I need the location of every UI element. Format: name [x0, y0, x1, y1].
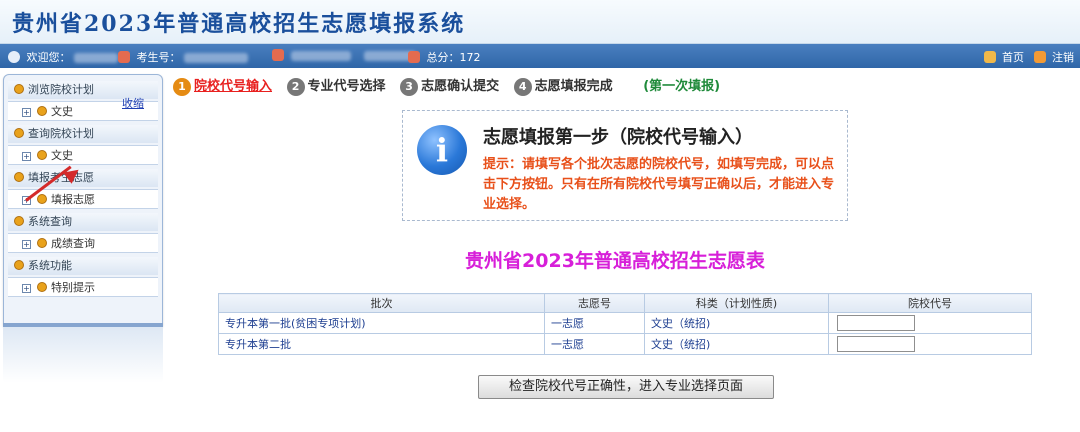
column-header: 批次: [218, 293, 545, 313]
status-links: 首页 注销: [983, 49, 1074, 65]
volunteer-cell: 一志愿: [544, 333, 645, 355]
sidebar-item-label: 特别提示: [51, 281, 95, 294]
step-label: 志愿确认提交: [421, 79, 500, 94]
college-code-input[interactable]: [837, 315, 915, 331]
document-icon: [272, 49, 284, 61]
column-header: 院校代号: [828, 293, 1032, 313]
batch-cell: 专升本第一批(贫困专项计划): [218, 312, 545, 334]
step-number: 4: [513, 78, 532, 96]
sidebar-section-query[interactable]: 查询院校计划: [8, 125, 158, 143]
sidebar-section-fill[interactable]: 填报考生志愿: [8, 169, 158, 187]
round-label: (第一次填报): [643, 79, 721, 94]
step-label: 专业代号选择: [307, 79, 386, 94]
sidebar-footer: [3, 323, 163, 383]
redacted-exam-number: [184, 53, 248, 63]
document-icon: [408, 51, 420, 63]
step-3: 3 志愿确认提交: [400, 75, 499, 96]
sidebar-section-label: 浏览院校计划: [28, 83, 94, 96]
sidebar-item-label: 文史: [51, 105, 73, 118]
info-icon: i: [417, 125, 467, 175]
sidebar-item-query-wenshi[interactable]: + 文史: [8, 145, 158, 165]
table-header-row: 批次 志愿号 科类（计划性质) 院校代号: [218, 293, 1032, 313]
batch-cell: 专升本第二批: [218, 333, 545, 355]
section-icon: [14, 172, 24, 182]
section-icon: [14, 216, 24, 226]
status-exam: 考生号：: [118, 49, 248, 65]
volunteer-table: 批次 志愿号 科类（计划性质) 院校代号 专升本第一批(贫困专项计划) 一志愿 …: [218, 293, 1032, 355]
column-header: 志愿号: [544, 293, 645, 313]
exam-label: 考生号：: [136, 51, 181, 64]
code-cell: [828, 333, 1032, 355]
status-welcome: 欢迎您：: [8, 49, 118, 65]
user-icon: [8, 51, 20, 63]
item-icon: [37, 106, 47, 116]
type-cell: 文史（统招): [644, 312, 829, 334]
sidebar-section-label: 查询院校计划: [28, 127, 94, 140]
sidebar-footer-bar: [3, 323, 163, 327]
step-indicator: 1 院校代号输入 2 专业代号选择 3 志愿确认提交 4 志愿填报完成 (第一次填报): [173, 75, 721, 96]
step-1: 1 院校代号输入: [173, 75, 272, 96]
step-4: 4 志愿填报完成: [513, 75, 613, 96]
sidebar-section-system-query[interactable]: 系统查询: [8, 213, 158, 231]
section-icon: [14, 128, 24, 138]
redacted-name: [74, 53, 118, 63]
step-number: 1: [173, 78, 191, 96]
redacted-info: [290, 51, 351, 61]
status-bar: 欢迎您： 考生号： 总分：172 首页 注销: [0, 44, 1080, 68]
header: 贵州省2023年普通高校招生志愿填报系统: [0, 0, 1080, 44]
step-label: 志愿填报完成: [534, 79, 613, 94]
sidebar-item-label: 填报志愿: [51, 193, 95, 206]
step-number: 3: [400, 78, 419, 96]
sidebar-section-label: 系统查询: [28, 215, 72, 228]
document-icon: [118, 51, 130, 63]
info-title: 志愿填报第一步（院校代号输入）: [483, 127, 753, 148]
item-icon: [37, 150, 47, 160]
sidebar-item-label: 文史: [51, 149, 73, 162]
info-box: i 志愿填报第一步（院校代号输入） 提示：请填写各个批次志愿的院校代号，如填写完…: [402, 110, 848, 221]
score-value: 172: [459, 51, 481, 64]
check-codes-button[interactable]: 检查院校代号正确性，进入专业选择页面: [478, 375, 774, 399]
status-info: [272, 49, 416, 62]
form-title: 贵州省2023年普通高校招生志愿表: [465, 250, 765, 272]
item-icon: [37, 194, 47, 204]
logout-link[interactable]: 注销: [1052, 51, 1074, 64]
step-number: 2: [286, 78, 305, 96]
step-label: 院校代号输入: [194, 79, 273, 94]
logout-icon: [1033, 51, 1046, 63]
status-score: 总分：172: [408, 49, 481, 65]
expand-icon[interactable]: +: [22, 152, 31, 161]
welcome-label: 欢迎您：: [26, 51, 71, 64]
sidebar-item-special-notice[interactable]: + 特别提示: [8, 277, 158, 297]
expand-icon[interactable]: +: [22, 284, 31, 293]
score-label: 总分：: [426, 51, 460, 64]
item-icon: [37, 282, 47, 292]
home-icon: [983, 51, 996, 63]
section-icon: [14, 84, 24, 94]
info-text: 提示：请填写各个批次志愿的院校代号，如填写完成，可以点击下方按钮。只有在所有院校…: [483, 157, 835, 212]
type-cell: 文史（统招): [644, 333, 829, 355]
code-cell: [828, 312, 1032, 334]
table-row: 专升本第一批(贫困专项计划) 一志愿 文史（统招): [218, 312, 1032, 334]
volunteer-cell: 一志愿: [544, 312, 645, 334]
college-code-input[interactable]: [837, 336, 915, 352]
app-window: 贵州省2023年普通高校招生志愿填报系统 欢迎您： 考生号： 总分：172 首页…: [0, 0, 1080, 432]
sidebar-item-fill-volunteer[interactable]: +填报志愿: [8, 189, 158, 209]
collapse-link[interactable]: 收缩: [122, 95, 144, 111]
page-title: 贵州省2023年普通高校招生志愿填报系统: [12, 11, 466, 37]
column-header: 科类（计划性质): [644, 293, 829, 313]
home-link[interactable]: 首页: [1002, 51, 1024, 64]
table-row: 专升本第二批 一志愿 文史（统招): [218, 333, 1032, 355]
step-2: 2 专业代号选择: [286, 75, 386, 96]
expand-icon[interactable]: +: [22, 108, 31, 117]
